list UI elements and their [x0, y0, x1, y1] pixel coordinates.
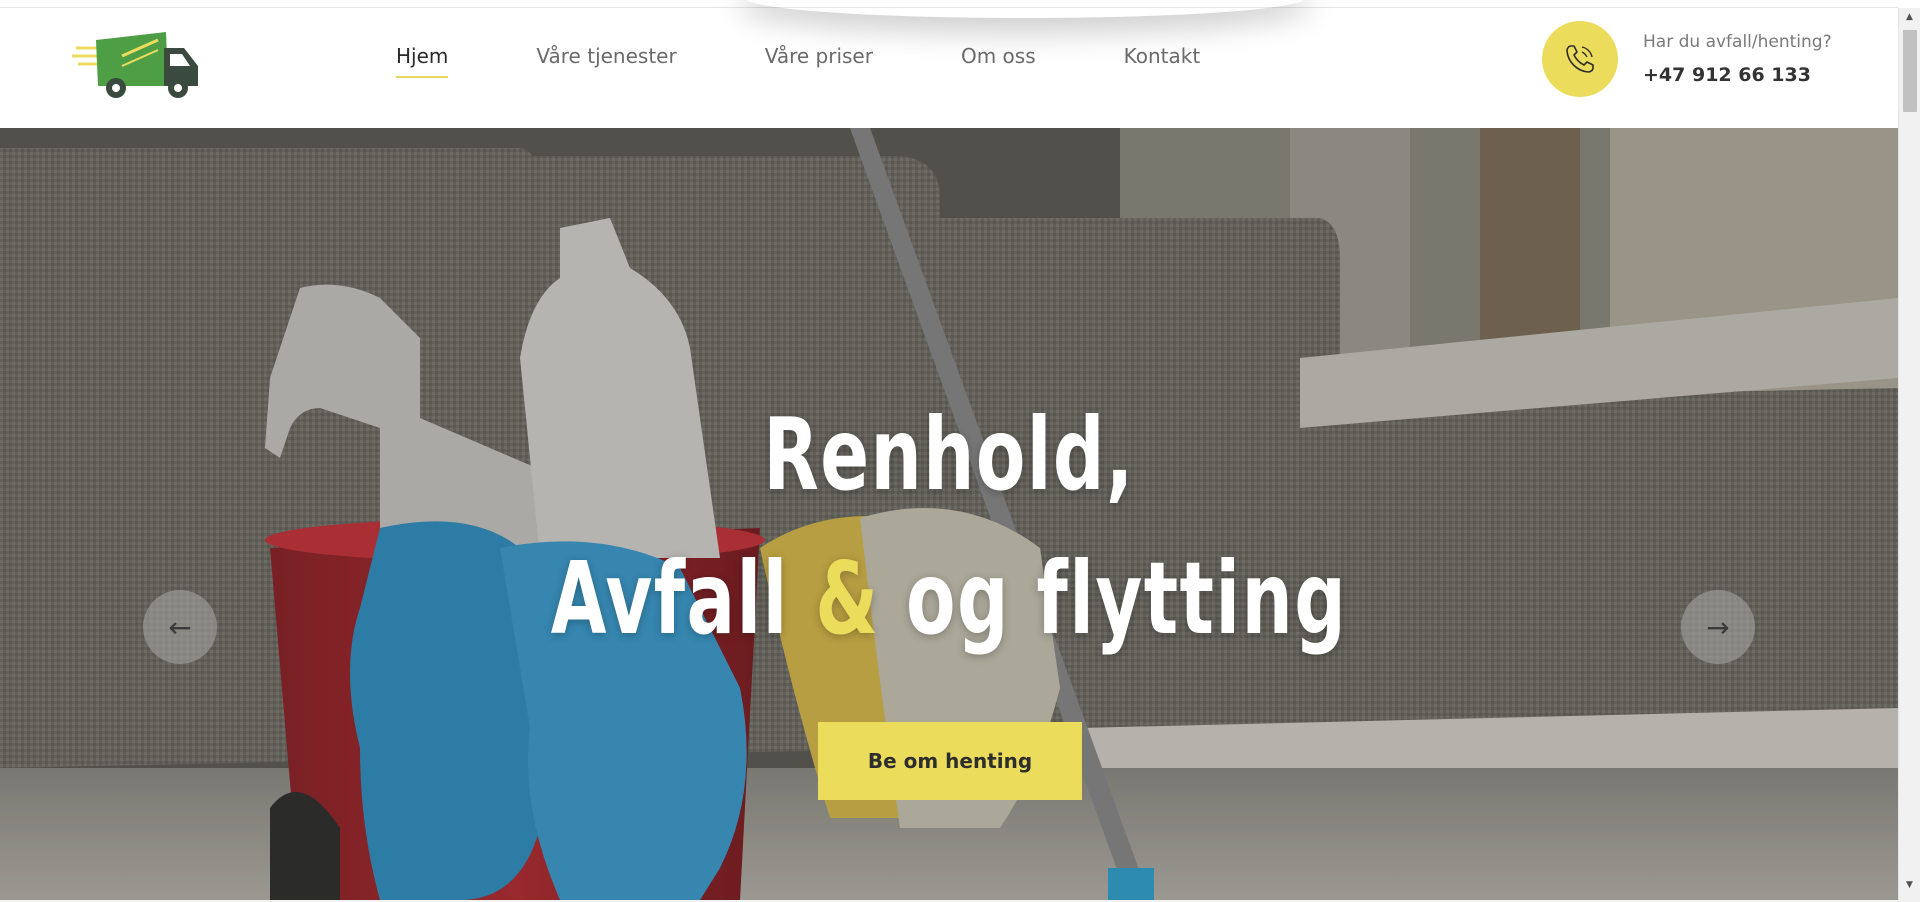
page: Hjem Våre tjenester Våre priser Om oss K…: [0, 0, 1920, 902]
contact-phone-number[interactable]: +47 912 66 133: [1643, 64, 1811, 86]
vertical-scrollbar[interactable]: ▲ ▼: [1898, 8, 1920, 902]
site-header: Hjem Våre tjenester Våre priser Om oss K…: [0, 8, 1898, 128]
hero-title-line-2: Avfall & og flytting: [266, 534, 1633, 664]
arrow-right-icon: →: [1706, 611, 1729, 644]
nav-item-kontakt[interactable]: Kontakt: [1124, 36, 1201, 76]
nav-item-vare-tjenester[interactable]: Våre tjenester: [536, 36, 676, 76]
phone-icon: [1563, 42, 1597, 76]
hero-slider: Renhold, Avfall & og flytting Be om hent…: [0, 128, 1898, 900]
main-nav: Hjem Våre tjenester Våre priser Om oss K…: [396, 36, 1200, 76]
nav-item-vare-priser[interactable]: Våre priser: [765, 36, 873, 76]
hero-title-avfall: Avfall: [551, 540, 789, 657]
hero-title-og-flytting: og flytting: [906, 540, 1347, 657]
nav-item-hjem[interactable]: Hjem: [396, 36, 448, 76]
slider-next-button[interactable]: →: [1681, 590, 1755, 664]
slider-prev-button[interactable]: ←: [143, 590, 217, 664]
arrow-left-icon: ←: [168, 611, 191, 644]
request-pickup-button[interactable]: Be om henting: [818, 722, 1082, 800]
delivery-truck-icon: [72, 22, 202, 98]
scroll-down-arrow-icon[interactable]: ▼: [1899, 876, 1920, 893]
phone-call-button[interactable]: [1542, 21, 1618, 97]
dropdown-shadow: [745, 0, 1305, 18]
contact-question: Har du avfall/henting?: [1643, 32, 1832, 52]
nav-item-om-oss[interactable]: Om oss: [961, 36, 1036, 76]
scroll-up-arrow-icon[interactable]: ▲: [1899, 8, 1920, 25]
site-logo[interactable]: [72, 22, 202, 98]
scrollbar-thumb[interactable]: [1903, 30, 1917, 112]
hero-title-line-1: Renhold,: [266, 390, 1633, 520]
hero-title-ampersand: &: [815, 540, 879, 657]
